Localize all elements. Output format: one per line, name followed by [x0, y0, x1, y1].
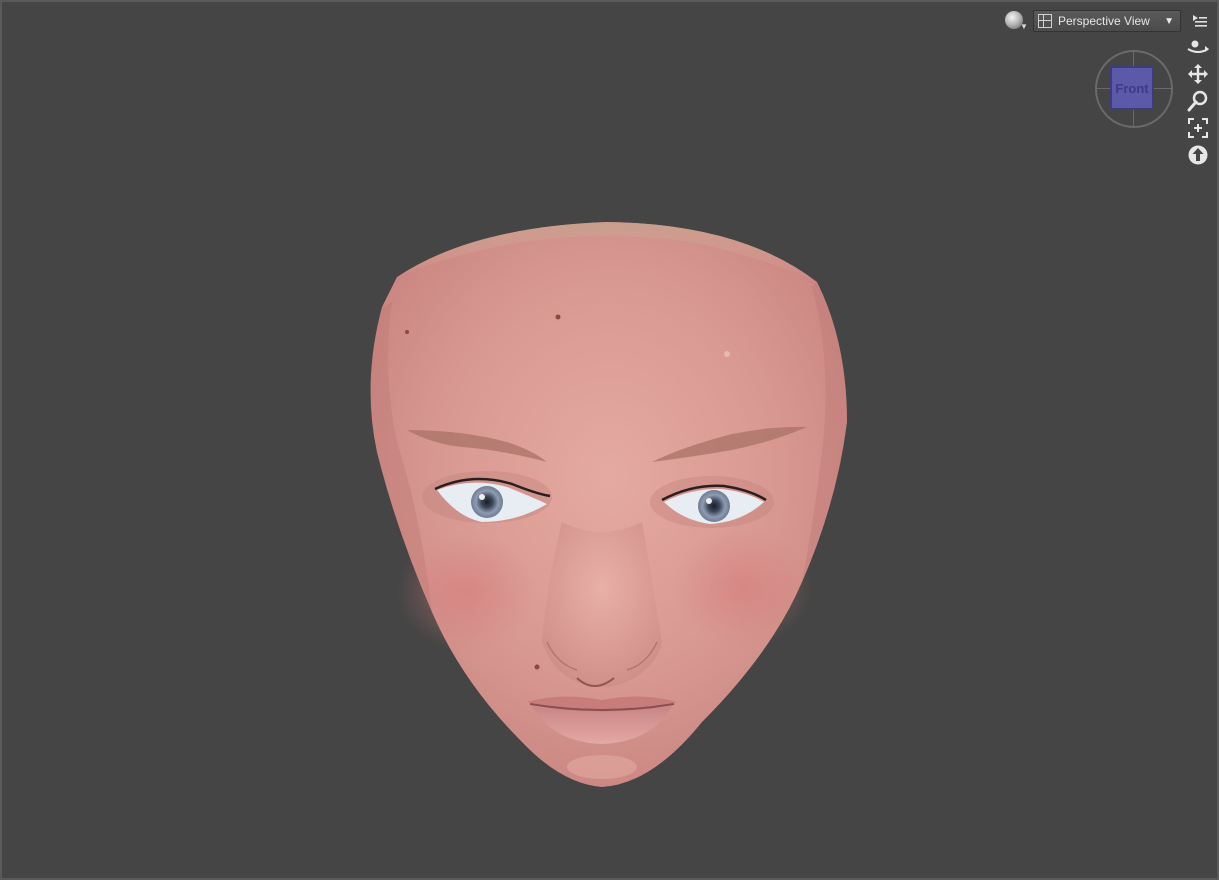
- frame-selection-icon: [1188, 118, 1208, 138]
- viewport-toolbar: ▼ Perspective View ▼: [1005, 8, 1213, 34]
- pan-tool[interactable]: [1185, 63, 1211, 85]
- view-selector-label: Perspective View: [1058, 14, 1150, 28]
- nav-cube-front-face[interactable]: Front: [1110, 66, 1154, 110]
- reset-view-icon: [1188, 145, 1208, 165]
- nose: [542, 522, 662, 687]
- orbit-tool[interactable]: [1185, 36, 1211, 58]
- viewport-layout-icon: [1038, 14, 1052, 28]
- reset-view-tool[interactable]: [1185, 144, 1211, 166]
- viewport-menu-button[interactable]: [1187, 10, 1213, 32]
- orbit-icon: [1187, 40, 1209, 53]
- camera-tools: [1185, 36, 1211, 166]
- pan-move-icon: [1188, 64, 1208, 84]
- nav-cube-face-label: Front: [1115, 80, 1149, 96]
- view-selector-dropdown[interactable]: Perspective View ▼: [1033, 10, 1181, 32]
- frame-tool[interactable]: [1185, 117, 1211, 139]
- zoom-tool[interactable]: [1185, 90, 1211, 112]
- viewport-menu-icon: [1193, 15, 1207, 27]
- chevron-down-icon: ▼: [1164, 15, 1174, 27]
- nav-cube[interactable]: Front: [1095, 50, 1173, 128]
- shading-sphere-icon[interactable]: ▼: [1005, 9, 1028, 33]
- 3d-viewport[interactable]: ▼ Perspective View ▼ Front: [0, 0, 1219, 880]
- zoom-magnifier-icon: [1187, 90, 1208, 112]
- face-model[interactable]: [2, 2, 1217, 878]
